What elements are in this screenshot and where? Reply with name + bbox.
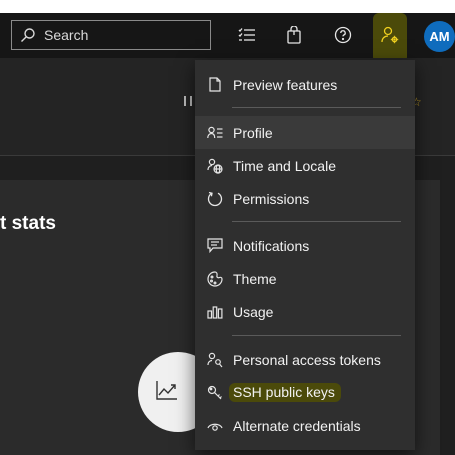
menu-item-usage[interactable]: Usage: [195, 295, 415, 328]
theme-icon: [207, 270, 223, 287]
menu-item-preview-features[interactable]: Preview features: [195, 68, 415, 101]
menu-divider: [232, 221, 401, 222]
menu-item-label: Usage: [233, 303, 274, 320]
alternate-credentials-icon: [207, 418, 223, 434]
menu-item-label: Permissions: [233, 190, 310, 207]
permissions-icon: [207, 191, 223, 207]
menu-item-label: Personal access tokens: [233, 351, 381, 368]
menu-item-label: SSH public keys: [229, 383, 341, 402]
marketplace-bag-icon[interactable]: [283, 24, 305, 46]
task-list-icon[interactable]: [236, 24, 258, 46]
search-icon: [20, 27, 36, 43]
menu-item-label: Preview features: [233, 76, 338, 93]
time-locale-icon: [207, 158, 223, 174]
menu-item-personal-access-tokens[interactable]: Personal access tokens: [195, 343, 415, 376]
menu-item-profile[interactable]: Profile: [195, 116, 415, 149]
menu-item-label: Profile: [233, 124, 273, 141]
trend-chart-icon: [156, 380, 178, 405]
avatar[interactable]: AM: [424, 21, 455, 52]
menu-item-time-and-locale[interactable]: Time and Locale: [195, 149, 415, 182]
top-edge-strip: [0, 0, 455, 13]
user-settings-icon[interactable]: [379, 24, 401, 46]
personal-access-tokens-icon: [207, 352, 223, 368]
card-title: t stats: [0, 213, 56, 234]
toolbar-icon[interactable]: [184, 96, 192, 106]
search-input[interactable]: Search: [44, 27, 88, 43]
menu-item-theme[interactable]: Theme: [195, 262, 415, 295]
help-icon[interactable]: [332, 24, 354, 46]
menu-divider: [232, 335, 401, 336]
notifications-icon: [207, 238, 223, 254]
menu-item-label: Notifications: [233, 237, 310, 254]
user-settings-menu: Preview features Profile Time and Locale…: [195, 60, 415, 450]
menu-item-label: Theme: [233, 270, 277, 287]
menu-divider: [232, 107, 401, 108]
menu-item-label: Alternate credentials: [233, 417, 361, 434]
menu-item-label: Time and Locale: [233, 157, 336, 174]
profile-icon: [207, 125, 223, 141]
menu-item-alternate-credentials[interactable]: Alternate credentials: [195, 409, 415, 442]
menu-item-notifications[interactable]: Notifications: [195, 229, 415, 262]
top-navigation-bar: Search AM: [0, 0, 455, 63]
search-box[interactable]: Search: [11, 20, 211, 50]
ssh-key-icon: [207, 385, 223, 401]
menu-item-ssh-public-keys[interactable]: SSH public keys: [195, 376, 415, 409]
menu-item-permissions[interactable]: Permissions: [195, 182, 415, 215]
page-icon: [207, 77, 223, 93]
usage-icon: [207, 304, 223, 320]
